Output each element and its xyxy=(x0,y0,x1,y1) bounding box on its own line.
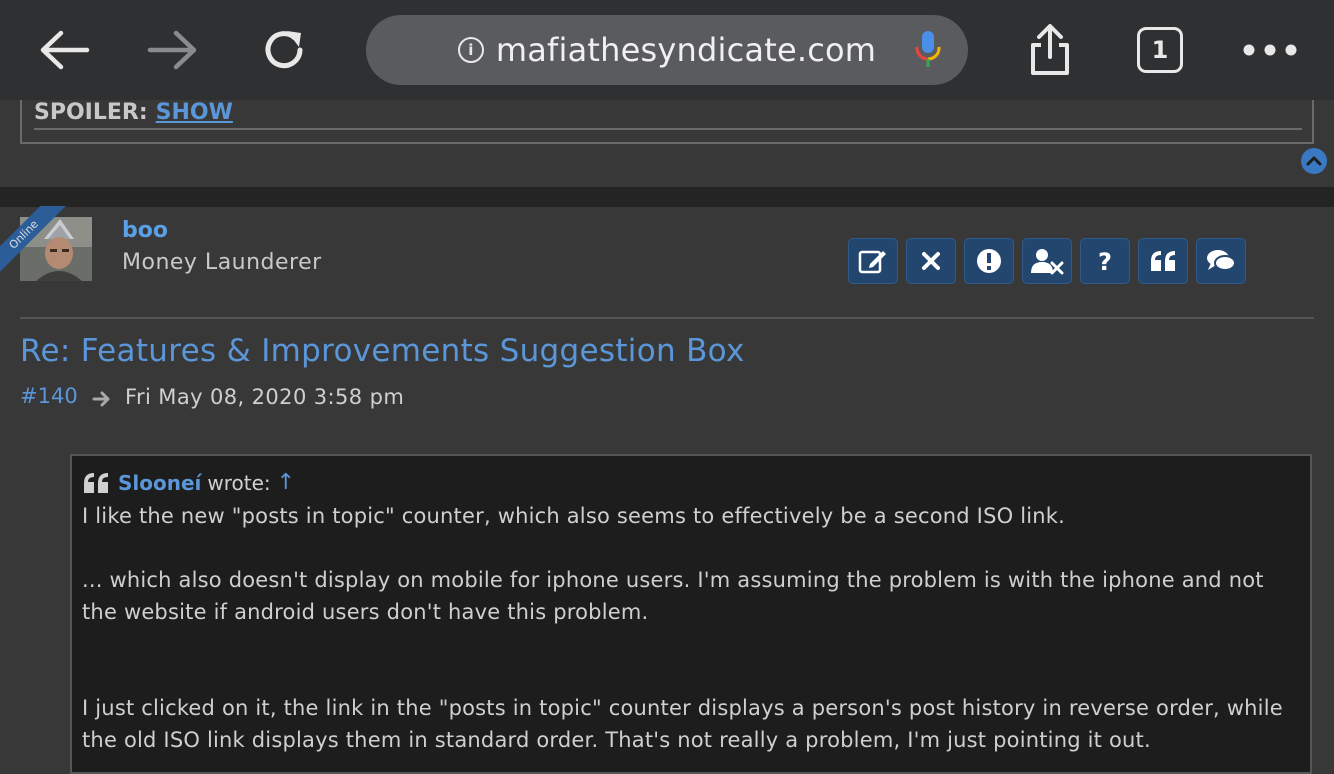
info-icon: ? xyxy=(1098,248,1112,274)
microphone-icon[interactable] xyxy=(914,31,942,75)
quote-block: Slooneí wrote: ↑ I like the new "posts i… xyxy=(70,454,1312,774)
spoiler-box: SPOILER: SHOW xyxy=(20,100,1314,144)
report-button[interactable] xyxy=(964,238,1014,284)
forward-arrow-icon[interactable] xyxy=(145,22,201,78)
post-actions: ? xyxy=(848,238,1246,284)
arrow-right-icon xyxy=(92,390,112,412)
tab-count-button[interactable]: 1 xyxy=(1137,27,1183,73)
edit-icon xyxy=(858,250,886,274)
quote-author[interactable]: Slooneí xyxy=(118,471,201,495)
report-icon xyxy=(977,249,1001,273)
warn-icon xyxy=(1031,249,1064,275)
browser-toolbar: i mafiathesyndicate.com 1 xyxy=(0,0,1334,100)
delete-icon xyxy=(922,252,940,270)
post-date: Fri May 08, 2020 3:58 pm xyxy=(125,385,405,409)
site-info-icon[interactable]: i xyxy=(457,37,484,63)
spoiler-label: SPOILER: SHOW xyxy=(34,100,233,125)
post-number[interactable]: #140 xyxy=(20,384,78,408)
avatar[interactable] xyxy=(20,217,92,281)
quote-button[interactable] xyxy=(1138,238,1188,284)
user-rank: Money Launderer xyxy=(122,250,322,275)
jump-to-quoted-post-link[interactable]: ↑ xyxy=(277,470,295,495)
quote-wrote-label: wrote: xyxy=(207,470,271,495)
edit-button[interactable] xyxy=(848,238,898,284)
delete-button[interactable] xyxy=(906,238,956,284)
share-icon[interactable] xyxy=(1022,22,1078,78)
quote-icon xyxy=(1151,251,1175,271)
post-separator xyxy=(0,187,1334,207)
address-bar[interactable]: i mafiathesyndicate.com xyxy=(366,15,968,85)
post-username[interactable]: boo xyxy=(122,218,168,243)
scroll-to-top-icon[interactable] xyxy=(1301,148,1327,174)
quote-paragraph: I just clicked on it, the link in the "p… xyxy=(82,696,1283,752)
more-options-icon[interactable] xyxy=(1242,22,1298,78)
back-arrow-icon[interactable] xyxy=(36,22,92,78)
svg-text:?: ? xyxy=(1098,248,1112,274)
quote-paragraph: ... which also doesn't display on mobile… xyxy=(82,568,1264,624)
quote-paragraph: I like the new "posts in topic" counter,… xyxy=(82,504,1066,528)
spoiler-show-link[interactable]: SHOW xyxy=(156,100,233,125)
reply-icon xyxy=(1207,250,1236,271)
reload-icon[interactable] xyxy=(256,22,312,78)
info-button[interactable]: ? xyxy=(1080,238,1130,284)
reply-button[interactable] xyxy=(1196,238,1246,284)
spoiler-divider xyxy=(34,128,1302,130)
url-text: mafiathesyndicate.com xyxy=(495,31,877,69)
post-title[interactable]: Re: Features & Improvements Suggestion B… xyxy=(20,333,745,369)
quote-header: Slooneí wrote: ↑ xyxy=(82,470,295,495)
warn-user-button[interactable] xyxy=(1022,238,1072,284)
header-divider xyxy=(20,317,1314,319)
quote-mark-icon xyxy=(84,472,108,493)
